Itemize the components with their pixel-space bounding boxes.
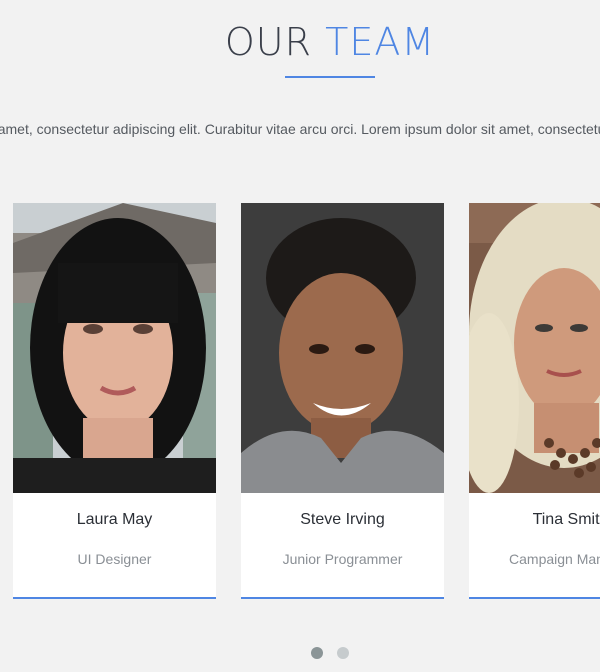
team-card-steve-irving[interactable]: Steve Irving Junior Programmer <box>241 203 444 599</box>
team-member-role: Junior Programmer <box>282 551 403 567</box>
carousel-dot-1[interactable] <box>311 647 323 659</box>
team-card-tina-smith[interactable]: Tina Smith Campaign Manager <box>469 203 600 599</box>
team-member-photo <box>13 203 216 493</box>
team-card-laura-may[interactable]: Laura May UI Designer <box>13 203 216 599</box>
team-member-name: Laura May <box>76 511 153 528</box>
section-title-part2: TEAM <box>325 20 436 64</box>
section-intro-text: Lorem ipsum dolor sit amet, consectetur … <box>0 121 600 137</box>
team-member-photo <box>469 203 600 493</box>
team-member-role: UI Designer <box>77 551 152 567</box>
carousel-dot-2[interactable] <box>337 647 349 659</box>
team-member-name: Steve Irving <box>300 511 385 528</box>
team-member-photo <box>241 203 444 493</box>
section-title: OUR TEAM <box>0 18 600 66</box>
title-underline <box>285 76 375 78</box>
team-member-role: Campaign Manager <box>509 551 600 567</box>
team-member-name: Tina Smith <box>532 511 600 528</box>
section-title-part1: OUR <box>224 20 313 64</box>
team-section: OUR TEAM Lorem ipsum dolor sit amet, con… <box>0 0 600 672</box>
